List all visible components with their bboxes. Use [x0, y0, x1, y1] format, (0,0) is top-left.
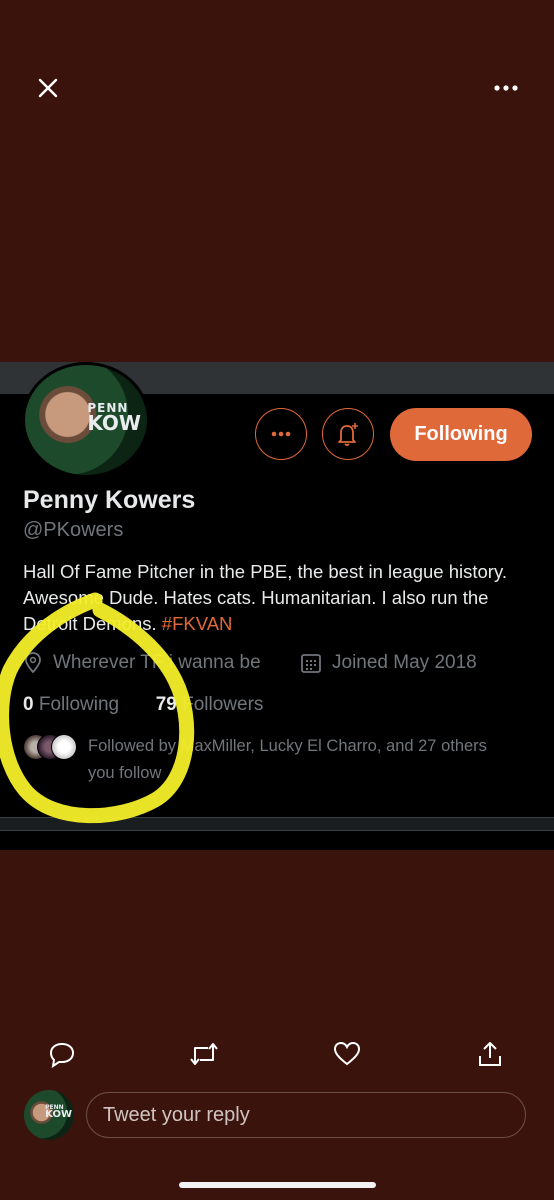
followed-by-text[interactable]: Followed by MaxMiller, Lucky El Charro, … — [88, 733, 508, 787]
profile-handle: @PKowers — [23, 519, 124, 541]
profile-more-button[interactable] — [255, 408, 307, 460]
more-options-button[interactable] — [486, 68, 526, 108]
retweet-button[interactable] — [184, 1034, 224, 1074]
location-pin-icon — [25, 652, 41, 674]
avatar-logo-text: PENN KOW — [45, 1104, 72, 1121]
retweet-icon — [190, 1043, 218, 1065]
more-icon — [494, 85, 518, 91]
joined-text: Joined May 2018 — [332, 652, 477, 673]
reply-input[interactable] — [86, 1092, 526, 1138]
following-link[interactable]: 0 Following — [23, 694, 119, 715]
close-icon — [38, 78, 58, 98]
share-button[interactable] — [470, 1034, 510, 1074]
following-button[interactable]: Following — [390, 408, 532, 461]
reply-icon — [49, 1042, 75, 1068]
share-icon — [479, 1042, 501, 1066]
follow-counts: 0 Following 79 Followers — [23, 694, 263, 716]
profile-location: Wherever TF i wanna be — [23, 652, 261, 674]
followers-link[interactable]: 79 Followers — [156, 694, 264, 715]
followed-by-avatars — [23, 734, 77, 760]
location-text: Wherever TF i wanna be — [53, 652, 261, 673]
calendar-icon — [301, 654, 321, 673]
profile-bio: Hall Of Fame Pitcher in the PBE, the bes… — [23, 559, 523, 637]
my-avatar: PENN KOW — [24, 1090, 74, 1140]
profile-card: PENN KOW Following Penny Kowers @PKowers… — [0, 362, 554, 850]
close-button[interactable] — [28, 68, 68, 108]
bio-text: Hall Of Fame Pitcher in the PBE, the bes… — [23, 561, 507, 634]
divider — [0, 817, 554, 831]
heart-icon — [333, 1041, 361, 1066]
notifications-button[interactable] — [322, 408, 374, 460]
home-indicator[interactable] — [179, 1182, 376, 1188]
more-icon — [271, 431, 291, 437]
like-button[interactable] — [327, 1034, 367, 1074]
avatar — [51, 734, 77, 760]
reply-button[interactable] — [42, 1034, 82, 1074]
profile-avatar[interactable]: PENN KOW — [22, 362, 150, 478]
bio-hashtag-link[interactable]: #FKVAN — [162, 613, 233, 634]
bell-plus-icon — [338, 423, 358, 446]
avatar-logo-text: PENN KOW — [87, 401, 141, 435]
profile-joined: Joined May 2018 — [300, 652, 477, 674]
profile-name: Penny Kowers — [23, 486, 196, 514]
